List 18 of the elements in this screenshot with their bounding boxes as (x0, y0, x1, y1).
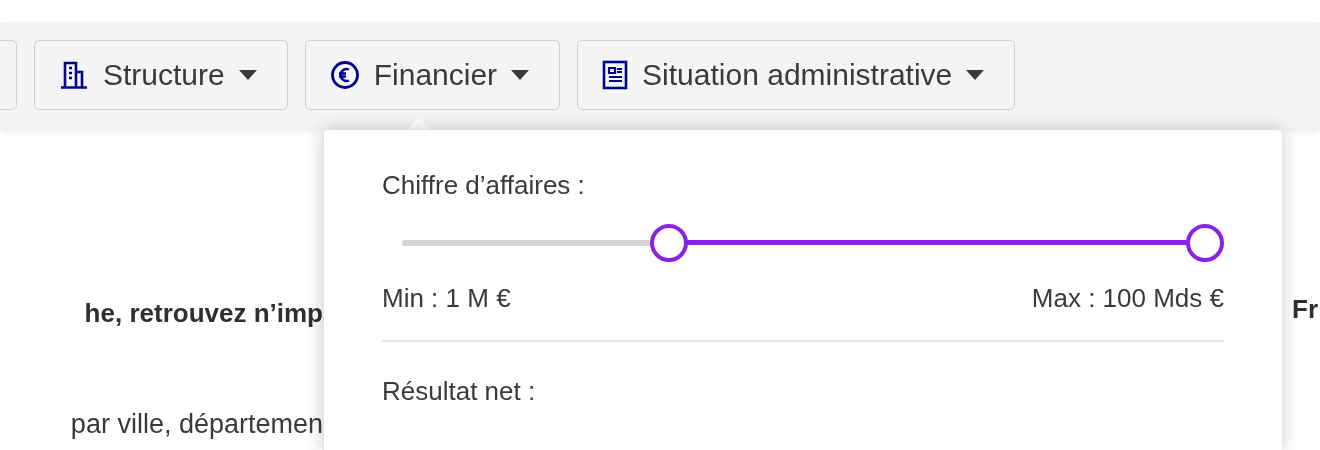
max-value: Max : 100 Mds € (1031, 283, 1224, 314)
caret-icon (511, 70, 530, 80)
headline-text: he, retrouvez n’imp (84, 298, 323, 329)
caret-icon (966, 70, 985, 80)
slider-thumb[interactable] (1186, 224, 1225, 262)
subtitle-text: par ville, départemen (70, 409, 323, 440)
euro-icon (329, 60, 360, 90)
min-value: Min : 1 M € (382, 283, 511, 314)
filter-dropdown[interactable]: Financier (304, 40, 561, 110)
caret-icon (238, 70, 257, 80)
slider-thumb[interactable] (650, 224, 689, 262)
filter-dropdown[interactable]: Situation administrative (577, 40, 1016, 110)
range-label: Chiffre d’affaires : (382, 170, 586, 201)
range-label: Résultat net : (382, 376, 537, 407)
building-icon (59, 60, 89, 90)
document-icon (602, 60, 629, 90)
headline-text: Fr (1292, 294, 1318, 324)
filter-dropdown[interactable]: Structure (34, 40, 288, 110)
